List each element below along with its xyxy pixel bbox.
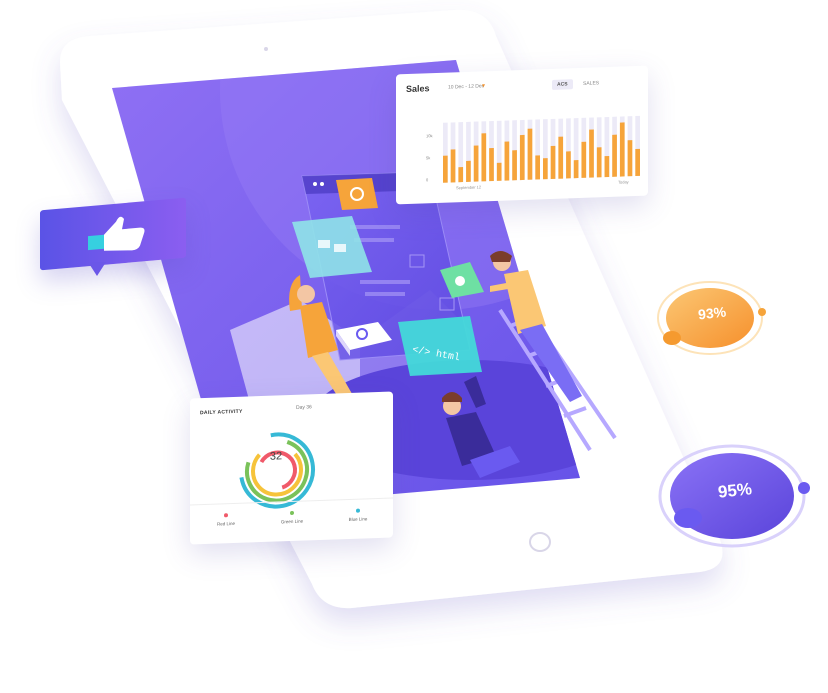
legend-red-line: Red Line	[196, 512, 256, 527]
sales-title: Sales	[406, 83, 430, 95]
sales-bar	[543, 158, 548, 180]
sales-bar	[481, 133, 487, 182]
legend-green-line: Green Line	[262, 510, 322, 525]
daily-activity-title: DAILY ACTIVITY	[200, 408, 243, 417]
y-tick-top: 10k	[426, 133, 433, 139]
x-label-end: Today	[618, 179, 629, 185]
sales-bar	[619, 122, 625, 177]
sales-bar	[473, 145, 479, 182]
x-label-start: September 12	[456, 184, 482, 191]
sales-bar	[604, 155, 610, 178]
sales-card: Sales 10 Dec - 12 Dec ▾ ACS SALES 10k 5k…	[396, 65, 648, 205]
date-range-select[interactable]: 10 Dec - 12 Dec	[448, 83, 484, 90]
like-bubble-tail	[88, 262, 106, 276]
like-bubble	[40, 197, 186, 271]
sales-bar	[627, 140, 633, 177]
sales-bar	[458, 167, 464, 183]
sales-bar	[581, 141, 587, 178]
sales-bar	[612, 134, 617, 177]
tab-acs[interactable]: ACS	[552, 79, 573, 90]
sales-bar	[519, 134, 525, 181]
sales-bar-chart	[443, 115, 641, 183]
sales-bar	[558, 136, 564, 179]
gear-tile-icon	[336, 178, 378, 210]
legend-blue-line: Blue Line	[328, 508, 388, 523]
sales-bar	[550, 145, 556, 179]
sales-bar	[466, 160, 471, 182]
sales-bar	[504, 141, 510, 181]
sales-bar	[489, 147, 494, 182]
thumbs-up-icon	[88, 216, 145, 251]
daily-activity-card: DAILY ACTIVITY Day 36 32 Red Line Green …	[190, 391, 393, 545]
green-dot-icon	[290, 510, 294, 516]
sales-bar	[635, 148, 641, 177]
sales-bar	[596, 147, 602, 178]
code-tile: </> html	[398, 316, 482, 376]
y-tick-mid: 5k	[426, 155, 431, 161]
sales-bar	[527, 128, 533, 180]
sales-bar	[443, 155, 448, 183]
tablet-camera	[264, 47, 268, 51]
sales-bar	[450, 149, 456, 183]
sales-bar	[573, 160, 579, 179]
activity-value: 32	[269, 450, 283, 463]
red-dot-icon	[224, 513, 228, 518]
tab-sales[interactable]: SALES	[578, 78, 604, 89]
sales-bar	[566, 151, 571, 179]
sales-bar	[512, 150, 517, 181]
hero-illustration: </> html Sales 10 Dec - 12 Dec ▾ ACS SAL…	[0, 0, 828, 693]
chevron-down-icon[interactable]: ▾	[482, 82, 485, 89]
sales-bar	[589, 129, 594, 178]
blue-dot-icon	[356, 508, 360, 513]
daily-day-label: Day 36	[296, 404, 312, 411]
sales-bar	[496, 162, 502, 181]
y-tick-bottom: 0	[426, 177, 429, 183]
sales-bar	[535, 155, 541, 180]
